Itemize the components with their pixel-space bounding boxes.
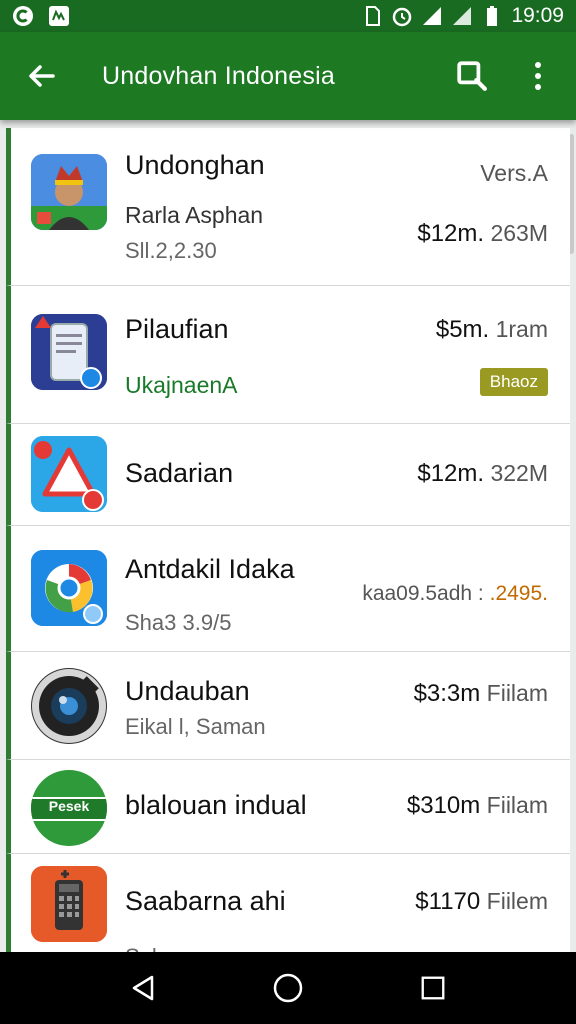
app-detail: Sll.2,2.30: [125, 238, 217, 263]
app-size: Fiilam: [486, 680, 548, 706]
list-item[interactable]: Undonghan Rarla Asphan Sll.2,2.30 Vers.A…: [6, 128, 570, 286]
overflow-menu-icon[interactable]: [514, 52, 562, 100]
app-detail: Sha3 3.9/5: [125, 610, 232, 635]
app-name: Antdakil Idaka: [125, 554, 295, 584]
list-item[interactable]: Undauban Eikal l, Saman $3:3m Fiilam: [6, 652, 570, 760]
battery-icon: [481, 5, 503, 27]
nav-recents-icon[interactable]: [405, 960, 461, 1016]
icon-label: Pesek: [48, 798, 90, 814]
sim-icon: [361, 5, 383, 27]
app-price: $12m.: [417, 460, 485, 487]
app-price-size: $3:3m Fiilam: [414, 680, 548, 708]
app-price-size: $1170 Fiilem: [415, 888, 548, 916]
app-price-size: kaa09.5adh : .2495.: [362, 582, 548, 606]
app-price-size: $12m. 322M: [417, 460, 548, 488]
app-price: $3:3m: [413, 680, 481, 707]
app-size: .2495.: [489, 582, 548, 605]
app-price-size: $310m Fiilam: [407, 792, 548, 820]
app-size: 263M: [490, 220, 548, 246]
app-bar: Undovhan Indonesia: [0, 32, 576, 120]
search-icon[interactable]: [448, 52, 496, 100]
app-price: $310m: [406, 792, 481, 819]
app-price-size: $12m. 263M: [417, 220, 548, 248]
app-detail: Eikal l, Saman: [125, 714, 266, 739]
nav-back-icon[interactable]: [115, 960, 171, 1016]
app-name: Undonghan: [125, 150, 265, 180]
signal-icon: [451, 5, 473, 27]
list-item[interactable]: Antdakil Idaka Sha3 3.9/5 kaa09.5adh : .…: [6, 526, 570, 652]
app-size: 1ram: [495, 316, 548, 342]
list-item[interactable]: Saabarna ahi Sal... $1170 Fiilem: [6, 854, 570, 952]
app-list: Undonghan Rarla Asphan Sll.2,2.30 Vers.A…: [6, 128, 570, 952]
signal-icon: [421, 5, 443, 27]
app-version: Vers.A: [480, 160, 548, 186]
notification-c-icon: [12, 5, 34, 27]
phone-document-icon: [31, 314, 107, 390]
app-size: Fiilam: [486, 792, 548, 818]
app-name: Sadarian: [125, 458, 234, 488]
list-item[interactable]: Pilaufian UkajnaenA $5m. 1ram Bhaoz: [6, 286, 570, 424]
nav-home-icon[interactable]: [260, 960, 316, 1016]
app-detail: Sal...: [125, 944, 175, 952]
app-name: Saabarna ahi: [125, 886, 286, 916]
page-title: Undovhan Indonesia: [102, 61, 335, 90]
app-price-size: $5m. 1ram: [436, 316, 548, 344]
green-badge-icon: Pesek: [31, 770, 107, 846]
list-item[interactable]: Pesek blalouan indual $310m Fiilam: [6, 760, 570, 854]
status-bar: 19:09: [0, 0, 576, 32]
app-subtitle: UkajnaenA: [125, 372, 238, 398]
notification-app-icon: [48, 5, 70, 27]
alarm-icon: [391, 5, 413, 27]
app-name: blalouan indual: [125, 790, 307, 820]
camera-lens-icon: [31, 668, 107, 744]
app-size: 322M: [490, 460, 548, 486]
app-name: Undauban: [125, 676, 250, 706]
warning-triangle-icon: [31, 436, 107, 512]
app-price: kaa09.5adh :: [362, 582, 484, 605]
browser-globe-icon: [31, 550, 107, 626]
back-arrow-icon[interactable]: [14, 48, 70, 104]
app-size: Fiilem: [486, 888, 548, 914]
status-badge: Bhaoz: [479, 368, 548, 396]
system-nav-bar: [0, 952, 576, 1024]
status-time: 19:09: [511, 4, 564, 27]
portrait-icon: [31, 154, 107, 230]
app-price: $12m.: [417, 220, 485, 247]
list-item[interactable]: Sadarian $12m. 322M: [6, 424, 570, 526]
app-name: Pilaufian: [125, 314, 229, 344]
app-subtitle: Rarla Asphan: [125, 202, 264, 228]
calculator-icon: [31, 866, 107, 942]
app-price: $1170: [415, 888, 481, 915]
app-price: $5m.: [435, 316, 490, 343]
app-list-container: Undonghan Rarla Asphan Sll.2,2.30 Vers.A…: [0, 120, 576, 952]
